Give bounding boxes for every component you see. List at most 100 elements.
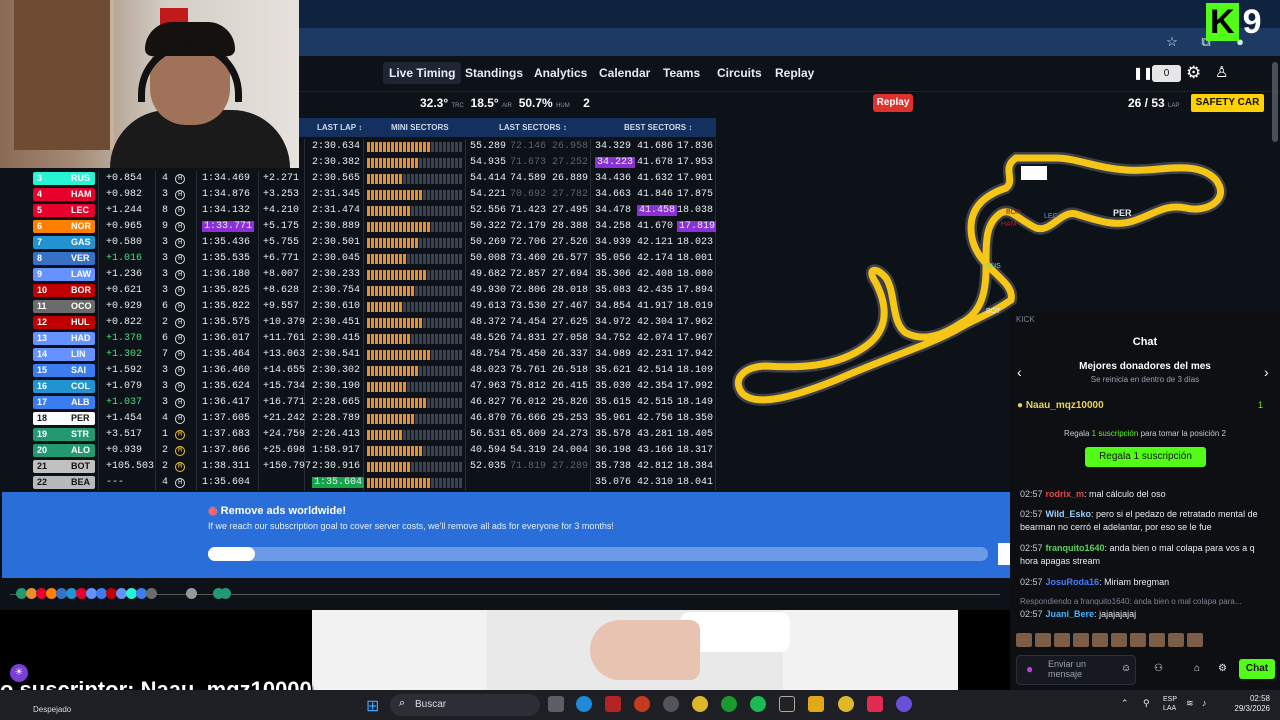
nav-live-timing[interactable]: Live Timing bbox=[383, 62, 462, 84]
driver-position-tag[interactable]: 6 NOR bbox=[33, 220, 95, 233]
driver-position-tag[interactable]: 7 GAS bbox=[33, 236, 95, 249]
chevron-up-icon[interactable]: ⌃ bbox=[1121, 698, 1129, 709]
table-row[interactable]: 9 LAW +1.236 3 H 1:36.180 +8.007 2:30.233 49.682… bbox=[0, 267, 716, 283]
driver-position-tag[interactable]: 13 HAD bbox=[33, 332, 95, 345]
last-sector: 27.782 bbox=[552, 189, 589, 200]
task-view-icon[interactable] bbox=[548, 696, 564, 712]
driver-position-tag[interactable]: 19 STR bbox=[33, 428, 95, 441]
table-row[interactable]: 21 BOT +105.503 2 M 1:38.311 +150.797 2:30.916 5… bbox=[0, 459, 716, 475]
driver-position-tag[interactable]: 12 HUL bbox=[33, 316, 95, 329]
settings-icon[interactable]: ⚙ bbox=[1218, 663, 1227, 674]
file-explorer-icon[interactable] bbox=[808, 696, 824, 712]
table-row[interactable]: 3 RUS +0.854 4 H 1:34.469 +2.271 2:30.565 54.414… bbox=[0, 171, 716, 187]
driver-position-tag[interactable]: 4 HAM bbox=[33, 188, 95, 201]
table-row[interactable]: 19 STR +3.517 1 M 1:37.683 +24.759 2:26.413 56.5… bbox=[0, 427, 716, 443]
nav-standings[interactable]: Standings bbox=[465, 66, 523, 80]
table-row[interactable]: 6 NOR +0.965 9 H 1:33.771 +5.175 2:30.889 50.322… bbox=[0, 219, 716, 235]
discord-icon[interactable] bbox=[896, 696, 912, 712]
chrome-icon[interactable] bbox=[692, 696, 708, 712]
store-icon[interactable]: ⌂ bbox=[1194, 663, 1200, 674]
header-last-sectors[interactable]: LAST SECTORS ↕ bbox=[499, 123, 567, 132]
app-icon[interactable] bbox=[634, 696, 650, 712]
nav-replay[interactable]: Replay bbox=[775, 66, 814, 80]
emote-strip[interactable] bbox=[1016, 633, 1206, 649]
gear-icon[interactable]: ⚙ bbox=[1186, 63, 1201, 83]
table-row[interactable]: 12 HUL +0.822 2 H 1:35.575 +10.379 2:30.451 48.3… bbox=[0, 315, 716, 331]
weather-widget-icon[interactable]: ☀ bbox=[10, 664, 28, 682]
driver-position-tag[interactable]: 11 OCO bbox=[33, 300, 95, 313]
best-sector: 43.281 bbox=[637, 429, 674, 440]
mini-sector-bars bbox=[367, 158, 462, 168]
driver-position-tag[interactable]: 8 VER bbox=[33, 252, 95, 265]
header-last-lap[interactable]: LAST LAP ↕ bbox=[317, 123, 362, 132]
chat-send-button[interactable]: Chat bbox=[1239, 659, 1275, 679]
pause-icon[interactable]: ❚❚ bbox=[1133, 66, 1153, 80]
table-row[interactable]: 2:30.382 54.935 34.223 71.673 41.678 27.252 17… bbox=[0, 155, 716, 171]
nav-calendar[interactable]: Calendar bbox=[599, 66, 650, 80]
ad-button-edge[interactable] bbox=[998, 543, 1010, 565]
best-sector: 35.961 bbox=[595, 413, 632, 424]
driver-position-tag[interactable]: 10 BOR bbox=[33, 284, 95, 297]
users-icon[interactable]: ⚇ bbox=[1154, 663, 1163, 674]
nav-circuits[interactable]: Circuits bbox=[717, 66, 762, 80]
emoji-icon[interactable]: ☺ bbox=[1121, 663, 1131, 674]
table-row[interactable]: 13 HAD +1.370 6 H 1:36.017 +11.761 2:30.415 48.5… bbox=[0, 331, 716, 347]
driver-position-tag[interactable]: 16 COL bbox=[33, 380, 95, 393]
chrome-icon[interactable] bbox=[838, 696, 854, 712]
table-row[interactable]: 4 HAM +0.982 3 H 1:34.876 +3.253 2:31.345 54.221… bbox=[0, 187, 716, 203]
table-row[interactable]: 5 LEC +1.244 8 H 1:34.132 +4.210 2:31.474 52.556… bbox=[0, 203, 716, 219]
column-divider bbox=[590, 459, 591, 475]
table-row[interactable]: 15 SAI +1.592 3 H 1:36.460 +14.655 2:30.302 48.0… bbox=[0, 363, 716, 379]
table-row[interactable]: 20 ALO +0.939 2 M 1:37.866 +25.698 1:58.917 40.5… bbox=[0, 443, 716, 459]
driver-position-tag[interactable]: 20 ALO bbox=[33, 444, 95, 457]
network-icon[interactable]: ⚲ bbox=[1143, 698, 1150, 709]
xbox-icon[interactable] bbox=[721, 696, 737, 712]
wifi-icon[interactable]: ≋ bbox=[1186, 698, 1194, 709]
mini-sector-bars bbox=[367, 398, 462, 408]
taskbar-search[interactable] bbox=[390, 694, 540, 716]
table-row[interactable]: 17 ALB +1.037 3 H 1:36.417 +16.771 2:28.665 46.8… bbox=[0, 395, 716, 411]
capcut-icon[interactable] bbox=[779, 696, 795, 712]
air-temp: 18.5° AIR bbox=[470, 96, 513, 110]
driver-position-tag[interactable]: 9 LAW bbox=[33, 268, 95, 281]
driver-position-tag[interactable]: 3 RUS bbox=[33, 172, 95, 185]
table-row[interactable]: 8 VER +1.016 3 H 1:35.535 +6.771 2:30.045 50.008… bbox=[0, 251, 716, 267]
mic-icon[interactable]: ● bbox=[1026, 662, 1033, 676]
interval: +8.628 bbox=[263, 285, 300, 296]
driver-position-tag[interactable]: 5 LEC bbox=[33, 204, 95, 217]
clock[interactable]: 02:58 29/3/2026 bbox=[1218, 694, 1270, 714]
delay-counter[interactable]: 0 bbox=[1152, 65, 1181, 82]
edge-icon[interactable] bbox=[576, 696, 592, 712]
position-number: 12 bbox=[37, 317, 48, 327]
gift-subscription-button[interactable]: Regala 1 suscripción bbox=[1085, 447, 1206, 467]
driver-position-tag[interactable]: 15 SAI bbox=[33, 364, 95, 377]
driver-position-tag[interactable]: 21 BOT bbox=[33, 460, 95, 473]
spotify-icon[interactable] bbox=[750, 696, 766, 712]
table-row[interactable]: 14 LIN +1.302 7 H 1:35.464 +13.063 2:30.541 48.7… bbox=[0, 347, 716, 363]
driver-position-tag[interactable]: 22 BEA bbox=[33, 476, 95, 489]
language-indicator[interactable]: ESP LAA bbox=[1163, 695, 1177, 713]
table-row[interactable]: 22 BEA --- 4 H 1:35.604 1:35.604 35.076 42.310 18… bbox=[0, 475, 716, 491]
table-row[interactable]: 2:30.634 55.289 34.329 72.146 41.686 26.958 17… bbox=[0, 139, 716, 155]
table-row[interactable]: 11 OCO +0.929 6 H 1:35.822 +9.557 2:30.610 49.61… bbox=[0, 299, 716, 315]
driver-position-tag[interactable]: 14 LIN bbox=[33, 348, 95, 361]
driver-position-tag[interactable]: 18 PER bbox=[33, 412, 95, 425]
table-row[interactable]: 7 GAS +0.580 3 H 1:35.436 +5.755 2:30.501 50.269… bbox=[0, 235, 716, 251]
table-row[interactable]: 16 COL +1.079 3 H 1:35.624 +15.734 2:30.190 47.9… bbox=[0, 379, 716, 395]
bookmark-star-icon[interactable]: ☆ bbox=[1164, 34, 1180, 50]
volume-icon[interactable]: ♪ bbox=[1202, 698, 1207, 708]
nav-teams[interactable]: Teams bbox=[663, 66, 700, 80]
driver-position-tag[interactable]: 17 ALB bbox=[33, 396, 95, 409]
windows-start-icon[interactable]: ⊞ bbox=[366, 696, 379, 716]
replay-button[interactable]: Replay bbox=[873, 94, 913, 112]
tiktok-icon[interactable] bbox=[867, 696, 883, 712]
app-icon[interactable] bbox=[605, 696, 621, 712]
nav-analytics[interactable]: Analytics bbox=[534, 66, 587, 80]
table-row[interactable]: 18 PER +1.454 4 H 1:37.605 +21.242 2:28.789 46.8… bbox=[0, 411, 716, 427]
app-icon[interactable] bbox=[663, 696, 679, 712]
last-sector: 27.526 bbox=[552, 237, 589, 248]
browser-address-bar[interactable] bbox=[299, 28, 1280, 56]
header-best-sectors[interactable]: BEST SECTORS ↕ bbox=[624, 123, 692, 132]
user-icon[interactable]: ♙ bbox=[1215, 63, 1228, 81]
table-row[interactable]: 10 BOR +0.621 3 H 1:35.825 +8.628 2:30.754 49.93… bbox=[0, 283, 716, 299]
